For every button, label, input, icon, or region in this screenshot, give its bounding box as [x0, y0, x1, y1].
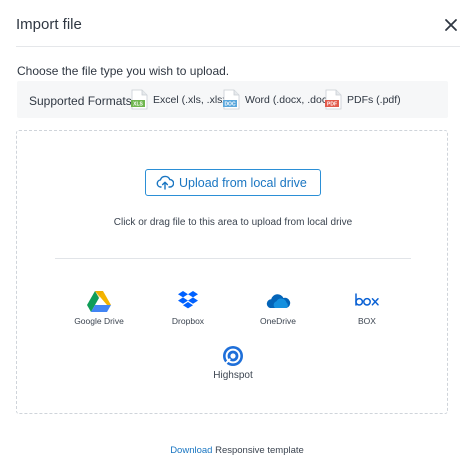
dropbox-icon: [178, 291, 198, 309]
source-box[interactable]: BOX: [327, 291, 407, 326]
dialog-title: Import file: [16, 16, 82, 33]
cloud-upload-icon: [156, 175, 174, 190]
excel-badge-text: XLS: [133, 102, 143, 108]
file-drop-zone[interactable]: Upload from local drive Click or drag fi…: [16, 130, 448, 414]
google-drive-icon: [87, 291, 111, 312]
drag-hint-text: Click or drag file to this area to uploa…: [113, 217, 353, 228]
format-word-label: Word (.docx, .doc): [245, 94, 331, 106]
upload-button-label: Upload from local drive: [179, 176, 307, 190]
source-onedrive[interactable]: OneDrive: [238, 291, 318, 326]
highspot-icon: [223, 346, 243, 366]
source-onedrive-label: OneDrive: [260, 316, 296, 326]
close-icon[interactable]: [441, 15, 461, 35]
instruction-text: Choose the file type you wish to upload.: [17, 64, 230, 78]
download-link[interactable]: Download: [170, 445, 212, 456]
source-dropbox[interactable]: Dropbox: [148, 291, 228, 326]
format-pdf-label: PDFs (.pdf): [347, 94, 401, 106]
pdf-file-icon: PDF: [325, 89, 342, 110]
source-google-drive-label: Google Drive: [74, 316, 124, 326]
pdf-badge-text: PDF: [327, 102, 337, 108]
word-file-icon: DOC: [223, 89, 240, 110]
footer: Download Responsive template: [0, 445, 474, 456]
source-box-label: BOX: [358, 316, 376, 326]
upload-from-local-button[interactable]: Upload from local drive: [145, 169, 321, 196]
source-google-drive[interactable]: Google Drive: [59, 291, 139, 326]
onedrive-icon: [266, 294, 291, 308]
box-icon: [355, 293, 379, 306]
section-divider: [55, 258, 411, 259]
source-dropbox-label: Dropbox: [171, 316, 205, 326]
supported-formats-panel: Supported Formats: XLS Excel (.xls, .xls…: [17, 81, 448, 118]
header-divider: [16, 46, 460, 47]
format-excel-label: Excel (.xls, .xlsx): [153, 94, 232, 106]
excel-file-icon: XLS: [131, 89, 148, 110]
source-highspot-label: Highspot: [213, 370, 253, 381]
dialog-header: Import file: [0, 0, 474, 48]
footer-text: Responsive template: [212, 445, 304, 456]
source-highspot[interactable]: Highspot: [193, 345, 273, 381]
supported-formats-label: Supported Formats:: [29, 94, 136, 108]
word-badge-text: DOC: [224, 102, 236, 108]
